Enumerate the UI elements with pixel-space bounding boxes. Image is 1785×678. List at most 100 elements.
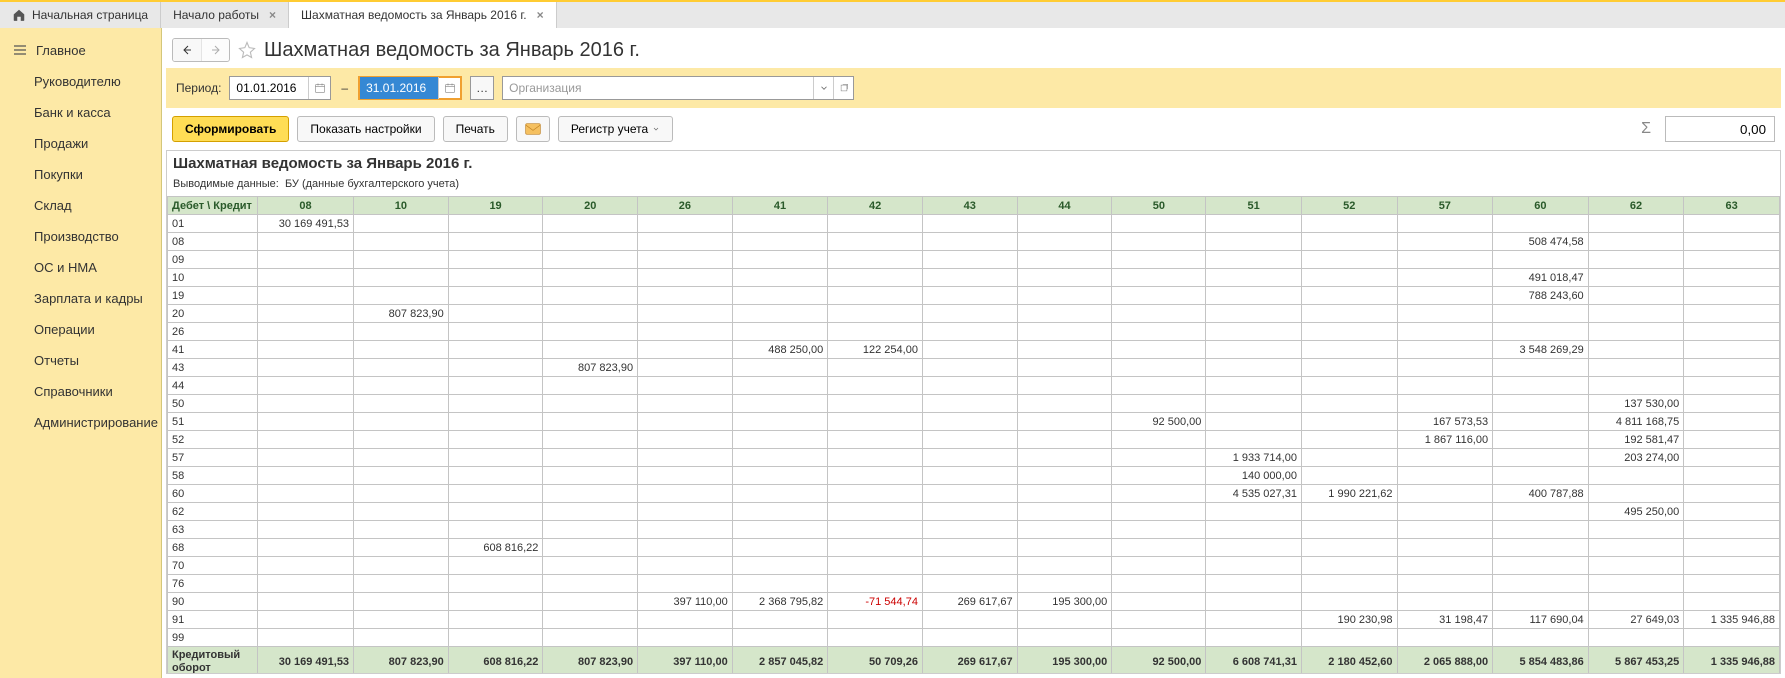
grid-row[interactable]: 43807 823,90 (168, 359, 1780, 377)
grid-row[interactable]: 604 535 027,311 990 221,62400 787,88 (168, 485, 1780, 503)
grid-cell[interactable] (257, 629, 353, 647)
grid-cell[interactable] (1017, 503, 1112, 521)
grid-row-header[interactable]: 68 (168, 539, 258, 557)
grid-cell[interactable] (922, 503, 1017, 521)
grid-cell[interactable] (1301, 503, 1397, 521)
grid-cell[interactable] (1017, 521, 1112, 539)
grid-cell[interactable] (638, 539, 733, 557)
grid-cell[interactable] (448, 269, 543, 287)
grid-cell[interactable] (257, 251, 353, 269)
grid-cell[interactable] (1684, 521, 1780, 539)
grid-cell[interactable] (1017, 611, 1112, 629)
grid-cell[interactable] (1301, 377, 1397, 395)
grid-cell[interactable] (638, 503, 733, 521)
grid-cell[interactable] (448, 359, 543, 377)
grid-cell[interactable] (732, 485, 828, 503)
grid-cell[interactable] (1017, 377, 1112, 395)
grid-col-header[interactable]: 43 (922, 197, 1017, 215)
dropdown-icon[interactable] (813, 77, 833, 99)
grid-cell[interactable] (257, 359, 353, 377)
grid-cell[interactable] (1397, 377, 1493, 395)
sidebar-item[interactable]: Банк и касса (0, 97, 161, 128)
grid-cell[interactable] (922, 449, 1017, 467)
show-settings-button[interactable]: Показать настройки (297, 116, 434, 142)
grid-row[interactable]: 91190 230,9831 198,47117 690,0427 649,03… (168, 611, 1780, 629)
grid-cell[interactable]: 508 474,58 (1493, 233, 1589, 251)
grid-cell[interactable] (1493, 377, 1589, 395)
grid-cell[interactable] (732, 449, 828, 467)
grid-cell[interactable] (448, 305, 543, 323)
grid-cell[interactable] (1588, 251, 1684, 269)
sidebar-item[interactable]: Производство (0, 221, 161, 252)
grid-cell[interactable] (257, 269, 353, 287)
grid-cell[interactable] (638, 413, 733, 431)
grid-cell[interactable] (1112, 323, 1206, 341)
grid-row[interactable]: 76 (168, 575, 1780, 593)
grid-cell[interactable] (354, 575, 449, 593)
grid-cell[interactable] (922, 377, 1017, 395)
grid-cell[interactable] (638, 431, 733, 449)
grid-cell[interactable] (638, 251, 733, 269)
org-input[interactable] (503, 77, 813, 99)
grid-cell[interactable] (828, 377, 923, 395)
grid-cell[interactable]: 192 581,47 (1588, 431, 1684, 449)
grid-cell[interactable]: -71 544,74 (828, 593, 923, 611)
grid-cell[interactable] (828, 485, 923, 503)
grid-cell[interactable] (448, 233, 543, 251)
grid-cell[interactable] (1301, 539, 1397, 557)
grid-cell[interactable] (732, 287, 828, 305)
grid-cell[interactable] (1017, 449, 1112, 467)
grid-cell[interactable] (1684, 233, 1780, 251)
grid-cell[interactable] (354, 395, 449, 413)
grid-cell[interactable] (1493, 215, 1589, 233)
grid-cell[interactable] (1017, 287, 1112, 305)
grid-row[interactable]: 0130 169 491,53 (168, 215, 1780, 233)
grid-cell[interactable] (1684, 395, 1780, 413)
grid-cell[interactable] (1017, 539, 1112, 557)
grid-cell[interactable] (1588, 575, 1684, 593)
grid-col-header[interactable]: 41 (732, 197, 828, 215)
grid-cell[interactable] (1397, 503, 1493, 521)
grid-cell[interactable] (1301, 287, 1397, 305)
grid-cell[interactable]: 491 018,47 (1493, 269, 1589, 287)
grid-cell[interactable] (1397, 287, 1493, 305)
grid-cell[interactable] (828, 521, 923, 539)
grid-cell[interactable] (922, 233, 1017, 251)
grid-cell[interactable] (448, 593, 543, 611)
grid-row[interactable]: 521 867 116,00192 581,47 (168, 431, 1780, 449)
grid-cell[interactable] (354, 521, 449, 539)
grid-cell[interactable] (1206, 503, 1302, 521)
grid-col-header[interactable]: 63 (1684, 197, 1780, 215)
grid-cell[interactable] (1493, 521, 1589, 539)
sidebar-item[interactable]: Отчеты (0, 345, 161, 376)
grid-cell[interactable] (1112, 521, 1206, 539)
grid-cell[interactable] (257, 539, 353, 557)
grid-row[interactable]: 09 (168, 251, 1780, 269)
grid-cell[interactable] (1397, 215, 1493, 233)
grid-cell[interactable] (448, 377, 543, 395)
grid-cell[interactable] (1301, 557, 1397, 575)
grid-row[interactable]: 26 (168, 323, 1780, 341)
grid-cell[interactable] (732, 377, 828, 395)
grid-cell[interactable] (1206, 395, 1302, 413)
grid-cell[interactable] (1206, 323, 1302, 341)
close-icon[interactable]: × (537, 8, 544, 22)
grid-col-header[interactable]: 44 (1017, 197, 1112, 215)
grid-cell[interactable] (732, 251, 828, 269)
grid-cell[interactable] (1397, 449, 1493, 467)
grid-row-header[interactable]: 09 (168, 251, 258, 269)
grid-cell[interactable]: 488 250,00 (732, 341, 828, 359)
grid-cell[interactable] (543, 449, 638, 467)
grid-cell[interactable] (732, 539, 828, 557)
grid-cell[interactable] (1588, 467, 1684, 485)
grid-cell[interactable] (1493, 557, 1589, 575)
grid-cell[interactable] (1684, 557, 1780, 575)
date-to-field[interactable] (358, 76, 462, 100)
grid-cell[interactable]: 3 548 269,29 (1493, 341, 1589, 359)
grid-cell[interactable] (732, 521, 828, 539)
grid-cell[interactable] (1206, 413, 1302, 431)
grid-cell[interactable]: 1 867 116,00 (1397, 431, 1493, 449)
grid-cell[interactable] (354, 359, 449, 377)
grid-cell[interactable] (543, 323, 638, 341)
grid-row-header[interactable]: 19 (168, 287, 258, 305)
